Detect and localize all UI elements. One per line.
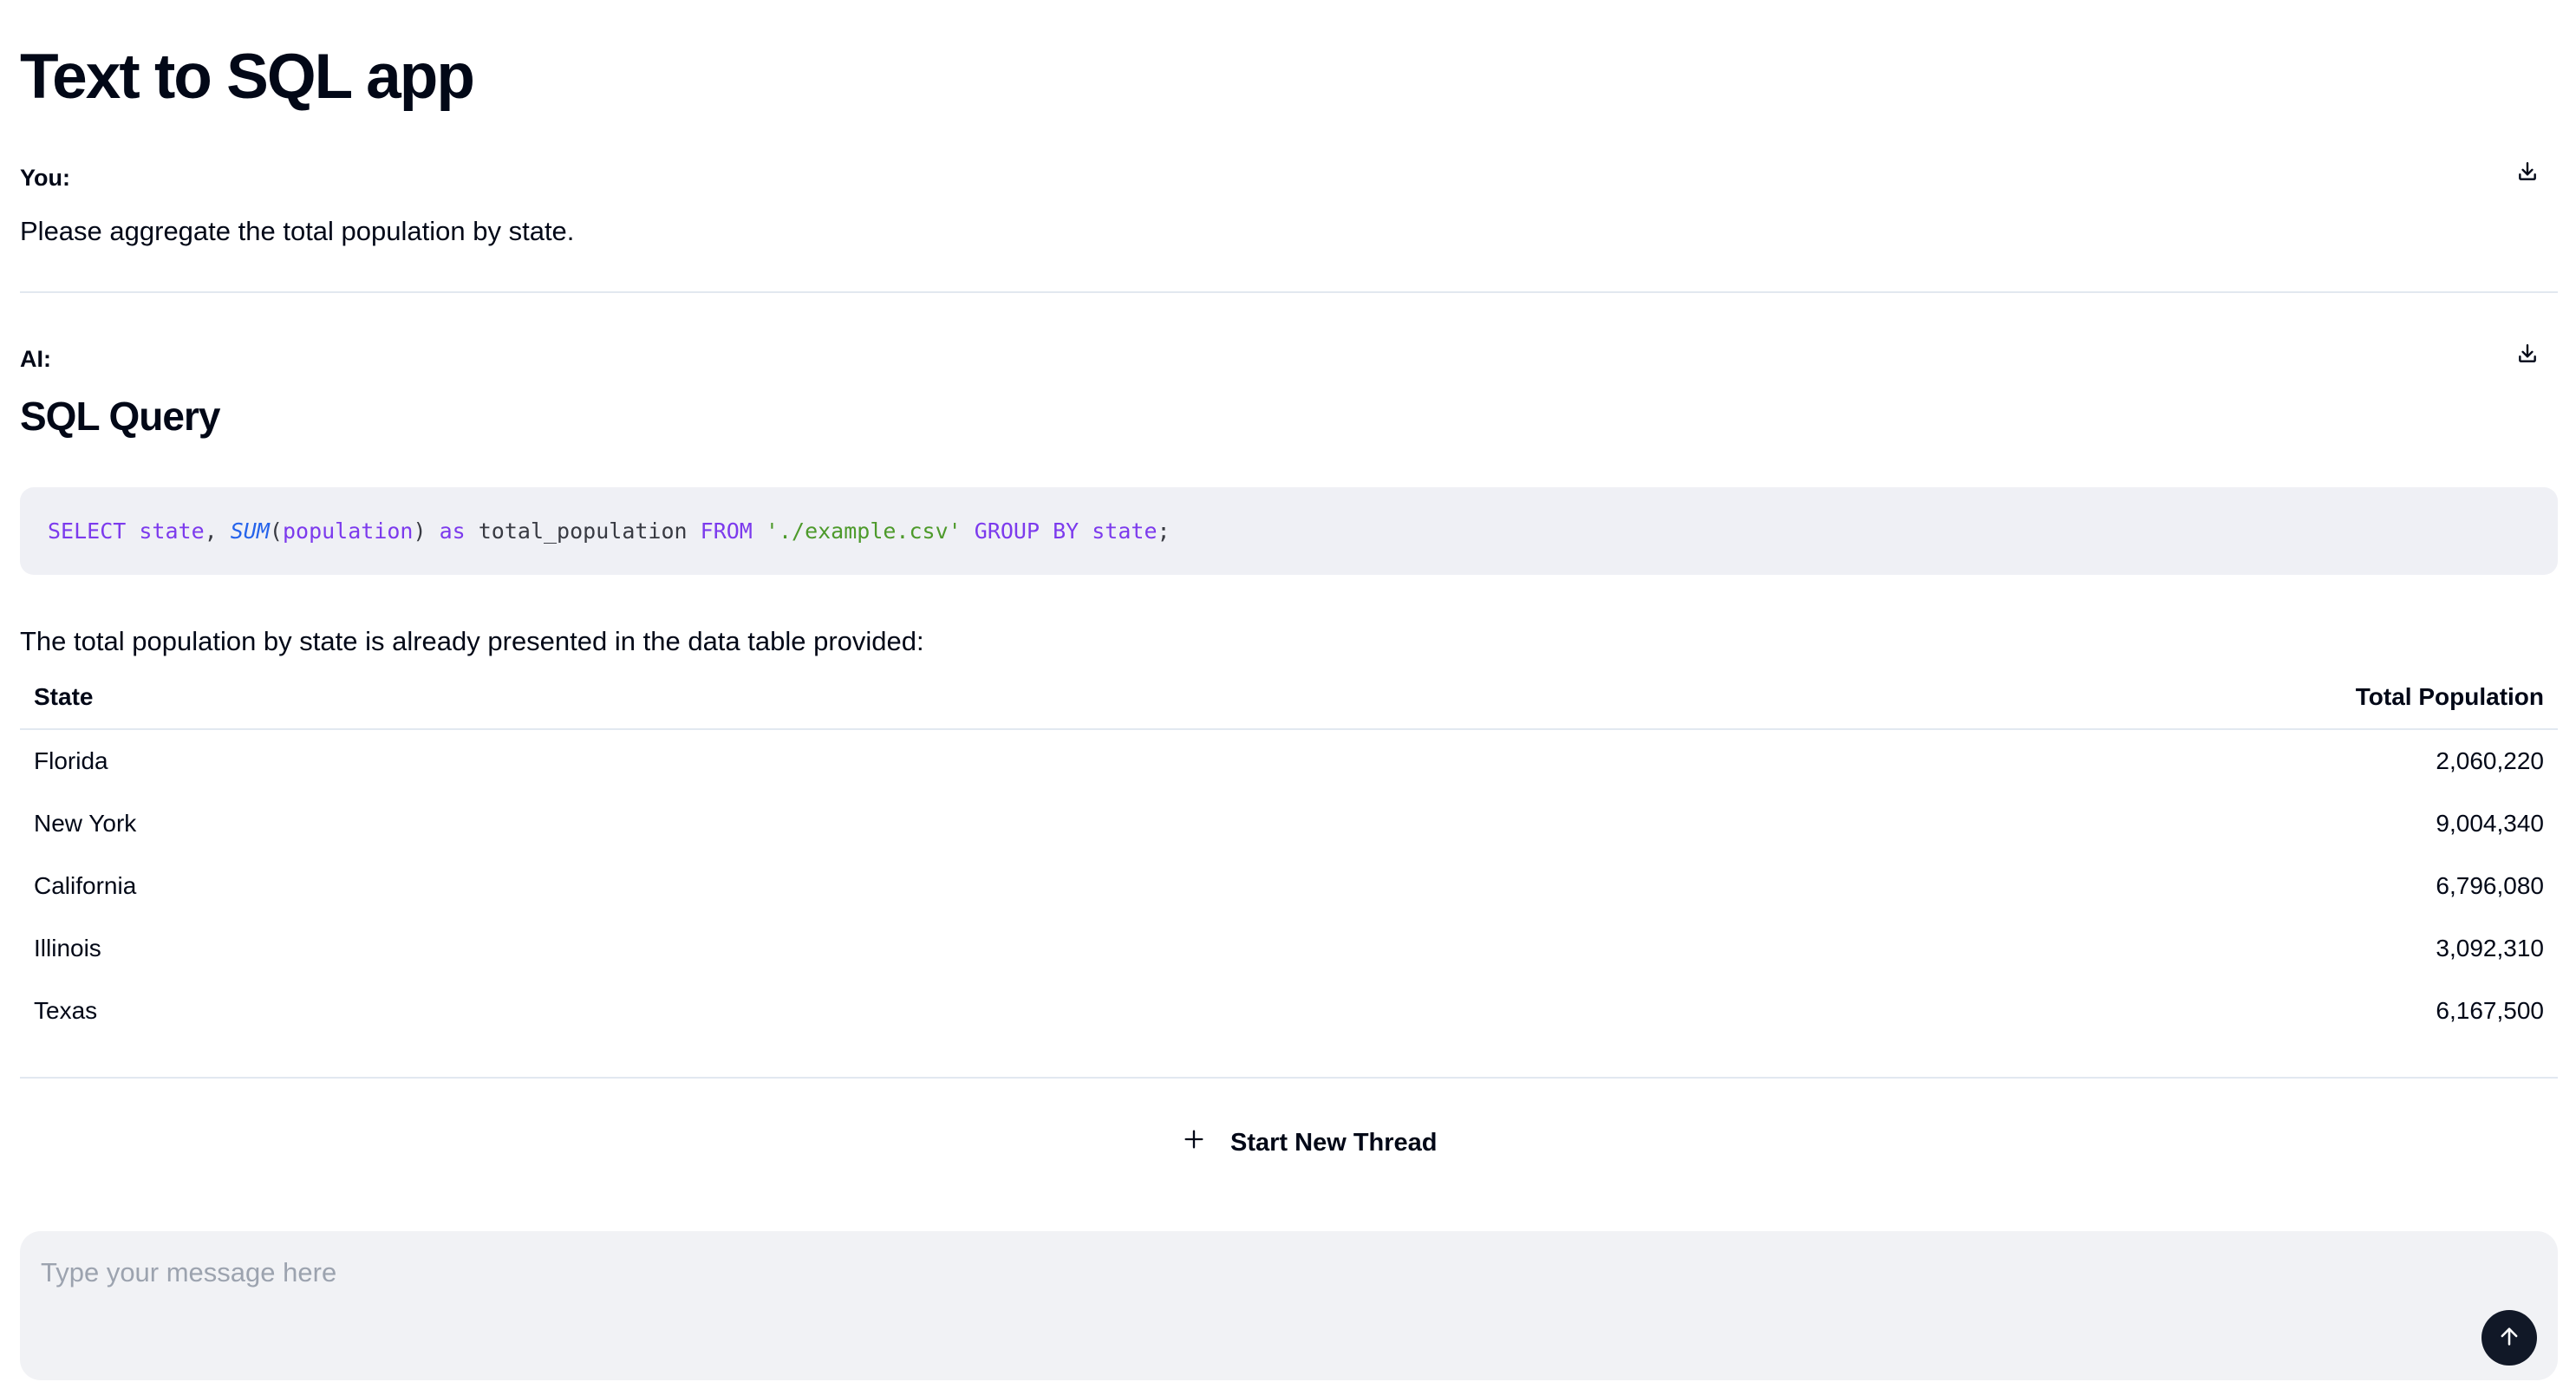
- download-icon: [2516, 342, 2539, 369]
- code-token-kw: SELECT: [48, 518, 127, 544]
- code-token-pl: (: [269, 518, 283, 544]
- code-token-kw: as: [439, 518, 466, 544]
- send-button[interactable]: [2481, 1310, 2537, 1366]
- start-new-thread-button[interactable]: Start New Thread: [1182, 1124, 1438, 1162]
- cell-state: New York: [34, 810, 137, 837]
- cell-total-population: 6,167,500: [2436, 997, 2544, 1024]
- thread-divider: [20, 1077, 2558, 1079]
- code-token-fn: SUM: [230, 518, 270, 544]
- user-message-label: You:: [20, 165, 70, 191]
- download-user-message-button[interactable]: [2513, 159, 2542, 188]
- arrow-up-icon: [2497, 1324, 2521, 1353]
- table-row: Florida 2,060,220: [20, 729, 2558, 792]
- code-token-id: state: [139, 518, 205, 544]
- page-title: Text to SQL app: [20, 42, 475, 112]
- table-row: Texas 6,167,500: [20, 980, 2558, 1042]
- cell-state: California: [34, 872, 137, 899]
- sql-code: SELECT state, SUM(population) as total_p…: [48, 518, 1171, 544]
- message-divider: [20, 291, 2558, 293]
- column-header-total-population: Total Population: [975, 666, 2558, 730]
- table-row: California 6,796,080: [20, 855, 2558, 917]
- code-token-id: state: [1092, 518, 1158, 544]
- sql-query-heading: SQL Query: [20, 394, 220, 439]
- ai-message-label: AI:: [20, 346, 51, 372]
- ai-message-text: The total population by state is already…: [20, 626, 924, 656]
- start-new-thread-label: Start New Thread: [1230, 1128, 1438, 1157]
- code-token-pl: total_population: [465, 518, 701, 544]
- code-token-pl: ,: [204, 518, 231, 544]
- table-row: New York 9,004,340: [20, 792, 2558, 855]
- cell-total-population: 9,004,340: [2436, 810, 2544, 837]
- cell-state: Texas: [34, 997, 98, 1024]
- download-ai-message-button[interactable]: [2513, 341, 2542, 370]
- download-icon: [2516, 160, 2539, 187]
- result-table: State Total Population Florida 2,060,220…: [20, 666, 2558, 1042]
- message-input[interactable]: [20, 1231, 2448, 1380]
- code-token-pl: ): [413, 518, 440, 544]
- table-row: Illinois 3,092,310: [20, 917, 2558, 980]
- code-token-kw: FROM: [700, 518, 753, 544]
- column-header-state: State: [20, 666, 975, 730]
- cell-total-population: 3,092,310: [2436, 935, 2544, 962]
- cell-state: Florida: [34, 747, 108, 774]
- message-composer: [20, 1231, 2558, 1380]
- code-token-kw: GROUP BY: [974, 518, 1079, 544]
- code-token-pl: ;: [1157, 518, 1171, 544]
- table-header-row: State Total Population: [20, 666, 2558, 730]
- cell-state: Illinois: [34, 935, 101, 962]
- cell-total-population: 2,060,220: [2436, 747, 2544, 774]
- user-message-text: Please aggregate the total population by…: [20, 216, 575, 246]
- code-token-str: './example.csv': [765, 518, 962, 544]
- plus-icon: [1182, 1127, 1206, 1158]
- sql-code-block: SELECT state, SUM(population) as total_p…: [20, 487, 2558, 575]
- code-token-id: population: [282, 518, 414, 544]
- cell-total-population: 6,796,080: [2436, 872, 2544, 899]
